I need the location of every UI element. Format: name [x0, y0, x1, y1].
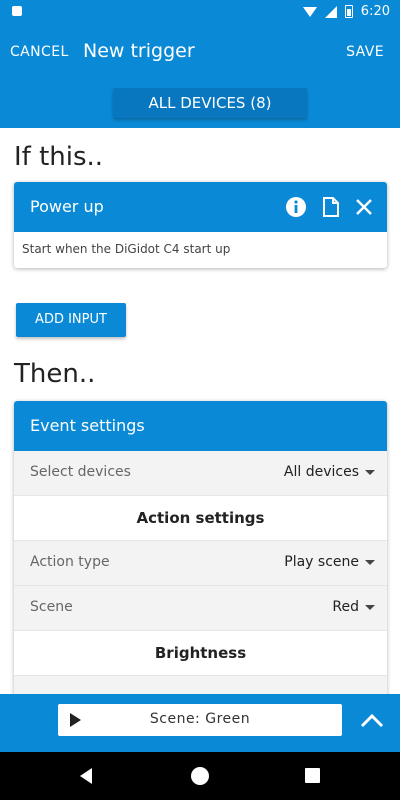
scene-row[interactable]: Scene Red — [14, 586, 387, 631]
select-devices-value: All devices — [283, 464, 359, 480]
copy-icon[interactable] — [321, 196, 341, 218]
chevron-up-icon[interactable] — [360, 712, 384, 732]
if-heading: If this.. — [14, 142, 104, 172]
home-icon[interactable] — [191, 767, 209, 785]
signal-icon — [324, 5, 337, 18]
select-devices-row[interactable]: Select devices All devices — [14, 451, 387, 496]
save-button[interactable]: SAVE — [346, 44, 384, 60]
then-heading: Then.. — [14, 359, 96, 389]
action-type-label: Action type — [30, 554, 110, 570]
app-bar: CANCEL New trigger SAVE ALL DEVICES (8) — [0, 24, 400, 128]
scene-dropdown[interactable]: Red — [332, 599, 375, 615]
notification-icon — [12, 6, 22, 16]
back-icon[interactable] — [80, 768, 92, 784]
add-input-button[interactable]: ADD INPUT — [16, 303, 126, 337]
event-settings-card: Event settings Select devices All device… — [14, 401, 387, 701]
scene-label: Scene — [30, 599, 73, 615]
chevron-down-icon — [365, 604, 375, 610]
trigger-title: Power up — [30, 197, 104, 216]
page-title: New trigger — [83, 40, 195, 62]
trigger-card-header: Power up — [14, 182, 387, 232]
action-type-row[interactable]: Action type Play scene — [14, 541, 387, 586]
action-type-value: Play scene — [284, 554, 359, 570]
chevron-down-icon — [365, 469, 375, 475]
chevron-down-icon — [365, 559, 375, 565]
wifi-icon — [302, 6, 317, 17]
cancel-button[interactable]: CANCEL — [10, 44, 69, 60]
all-devices-button[interactable]: ALL DEVICES (8) — [113, 88, 307, 118]
trigger-card: Power up Start when the DiGidot C4 start… — [14, 182, 387, 268]
event-card-header: Event settings — [14, 401, 387, 451]
action-type-dropdown[interactable]: Play scene — [284, 554, 375, 570]
current-scene-text: Scene: Green — [149, 711, 251, 727]
recent-apps-icon[interactable] — [305, 768, 320, 783]
player-bar: Scene: Green — [0, 694, 400, 752]
select-devices-label: Select devices — [30, 464, 131, 480]
scene-player[interactable]: Scene: Green — [58, 704, 342, 736]
trigger-description: Start when the DiGidot C4 start up — [22, 242, 231, 256]
select-devices-dropdown[interactable]: All devices — [284, 464, 375, 480]
system-nav-bar — [0, 752, 400, 800]
battery-icon — [344, 5, 353, 18]
close-icon[interactable] — [355, 198, 373, 216]
scene-value: Red — [332, 599, 359, 615]
info-icon[interactable] — [285, 196, 307, 218]
action-settings-title: Action settings — [14, 496, 387, 541]
status-bar: 6:20 — [0, 0, 400, 24]
brightness-title: Brightness — [14, 631, 387, 676]
status-time: 6:20 — [360, 4, 390, 19]
event-settings-title: Event settings — [30, 416, 145, 435]
